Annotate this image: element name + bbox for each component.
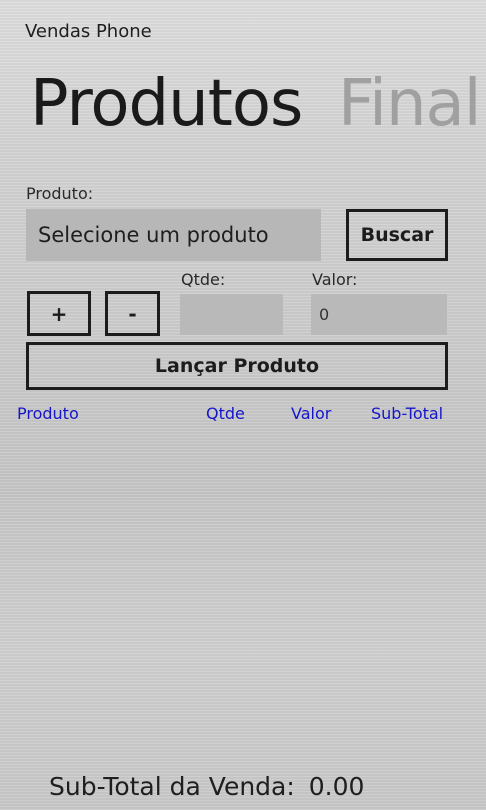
valor-input[interactable]: 0 [311, 294, 447, 335]
decrease-quantity-button[interactable]: - [105, 291, 160, 336]
buscar-button[interactable]: Buscar [346, 209, 448, 261]
column-header-subtotal: Sub-Total [371, 404, 444, 423]
pivot-header-produtos[interactable]: Produtos [30, 64, 303, 144]
pivot-header-final[interactable]: Final [338, 64, 481, 144]
qtde-input[interactable] [180, 294, 283, 335]
column-header-qtde: Qtde [206, 404, 245, 423]
increase-quantity-button[interactable]: + [27, 291, 91, 336]
product-list[interactable] [0, 430, 486, 760]
app-title: Vendas Phone [25, 21, 152, 42]
sale-subtotal-value: 0.00 [308, 772, 365, 801]
produto-label: Produto: [26, 184, 94, 203]
column-header-produto: Produto [17, 404, 79, 423]
column-header-valor: Valor [291, 404, 332, 423]
lancar-produto-button[interactable]: Lançar Produto [26, 342, 448, 390]
qtde-label: Qtde: [181, 270, 226, 289]
sale-subtotal-label: Sub-Total da Venda: [49, 772, 295, 801]
sale-subtotal: Sub-Total da Venda: 0.00 [49, 772, 364, 801]
produto-select[interactable]: Selecione um produto [26, 209, 321, 261]
valor-label: Valor: [312, 270, 358, 289]
